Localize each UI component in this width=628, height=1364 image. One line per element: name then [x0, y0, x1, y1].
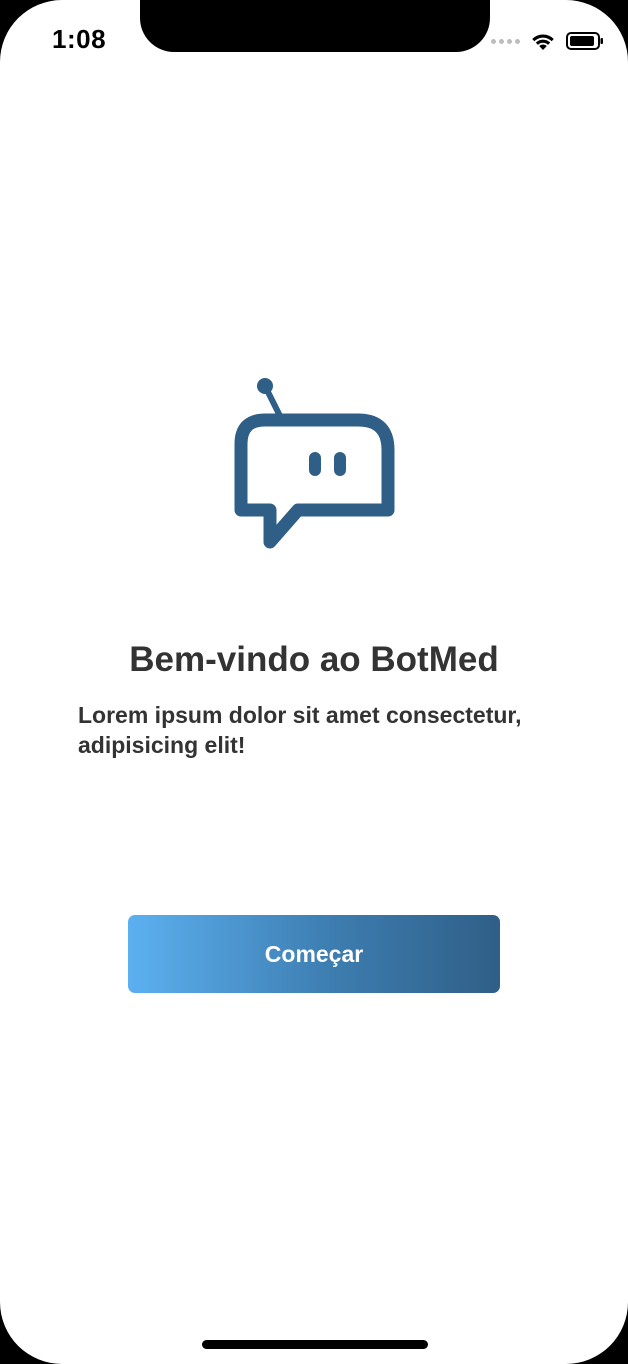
- status-time: 1:08: [52, 24, 107, 54]
- status-indicators: [491, 30, 604, 52]
- app-screen: 1:08 Bem-vindo ao BotMed Lorem ipsum dol…: [0, 0, 628, 1364]
- start-button[interactable]: Começar: [128, 915, 500, 993]
- cellular-signal-icon: [491, 38, 520, 44]
- device-notch: [140, 0, 490, 52]
- home-indicator[interactable]: [202, 1340, 428, 1349]
- battery-icon: [566, 31, 604, 51]
- start-button-label: Começar: [264, 940, 364, 967]
- welcome-subtitle: Lorem ipsum dolor sit amet consectetur, …: [78, 702, 522, 758]
- chat-bot-icon: [232, 376, 398, 551]
- wifi-icon: [530, 31, 556, 51]
- welcome-title: Bem-vindo ao BotMed: [129, 640, 499, 679]
